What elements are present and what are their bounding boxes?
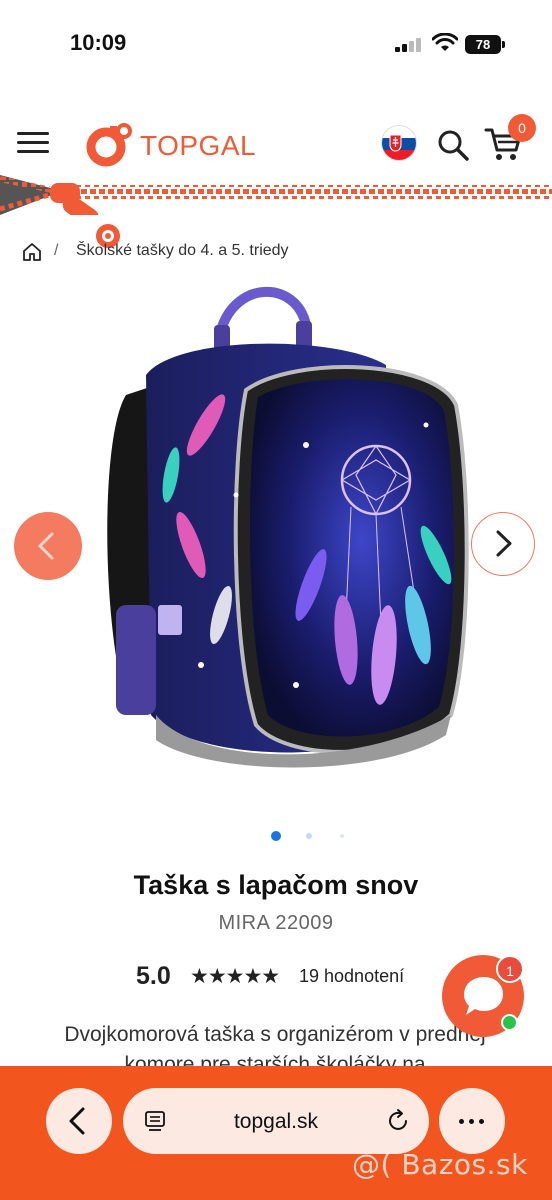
cart-count-badge: 0 [508, 114, 536, 142]
product-image-backpack[interactable] [96, 285, 476, 785]
brand-name: TOPGAL [140, 130, 257, 161]
breadcrumb: / Školské tašky do 4. a 5. triedy [22, 240, 532, 264]
gallery-next-button[interactable] [471, 512, 535, 576]
chat-unread-badge: 1 [496, 955, 524, 983]
status-bar: 10:09 78 [0, 0, 552, 90]
more-dot-icon [469, 1119, 474, 1124]
more-dot-icon [459, 1119, 464, 1124]
gallery-prev-button[interactable] [14, 512, 82, 580]
zipper-decoration [0, 175, 552, 215]
gallery-dot[interactable] [306, 833, 312, 839]
url-text: topgal.sk [233, 1110, 319, 1133]
wifi-icon [432, 33, 458, 51]
battery-tip [502, 41, 505, 48]
product-title: Taška s lapačom snov [133, 870, 419, 900]
battery-indicator: 78 [465, 35, 501, 54]
search-icon[interactable] [436, 128, 470, 162]
reload-icon[interactable] [385, 1108, 411, 1134]
gallery-pagination [266, 830, 356, 842]
rating-stars-icon: ★★★★★ [190, 965, 280, 988]
product-code: MIRA 22009 [218, 912, 334, 934]
cellular-signal-icon [395, 36, 423, 52]
chevron-right-icon [496, 530, 512, 557]
address-bar[interactable]: topgal.sk [123, 1088, 429, 1154]
more-dot-icon [479, 1119, 484, 1124]
breadcrumb-separator: / [54, 242, 59, 259]
slovak-flag-icon[interactable] [381, 125, 417, 161]
breadcrumb-category-link[interactable]: Školské tašky do 4. a 5. triedy [76, 242, 289, 260]
chevron-left-icon [69, 1107, 85, 1135]
status-time: 10:09 [70, 30, 127, 55]
home-icon[interactable] [22, 242, 42, 262]
gallery-dot[interactable] [340, 834, 344, 838]
review-count[interactable]: 19 hodnotení [299, 966, 404, 987]
rating-value: 5.0 [136, 962, 171, 990]
site-header: TOPGAL 0 [0, 108, 552, 182]
browser-more-button[interactable] [439, 1088, 505, 1154]
product-rating[interactable]: 5.0 ★★★★★ 19 hodnotení [136, 962, 436, 992]
chat-online-indicator [501, 1014, 518, 1031]
hamburger-menu-icon[interactable] [17, 130, 49, 156]
topgal-logo[interactable]: TOPGAL [84, 120, 274, 170]
logo-mark-icon [86, 123, 132, 167]
browser-back-button[interactable] [46, 1088, 112, 1154]
chevron-left-icon [38, 532, 54, 560]
bazos-watermark: @( Bazos.sk [352, 1148, 528, 1181]
gallery-dot-active[interactable] [271, 831, 281, 841]
